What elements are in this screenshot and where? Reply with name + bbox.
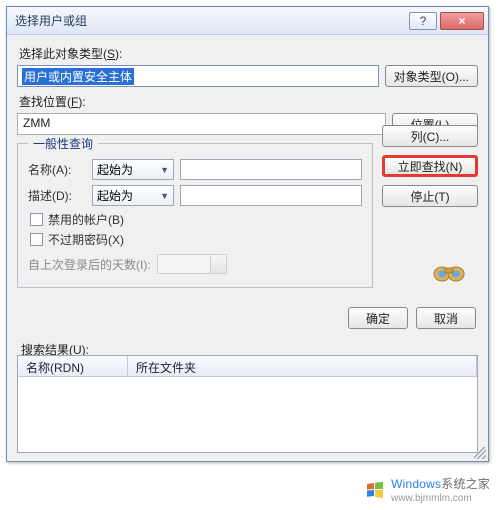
disabled-accounts-checkbox[interactable]: 禁用的帐户(B) [30,211,362,228]
binoculars-icon [432,259,466,285]
days-since-login-label: 自上次登录后的天数(I): [28,256,151,273]
name-label: 名称(A): [28,161,92,178]
no-expire-password-checkbox[interactable]: 不过期密码(X) [30,231,362,248]
select-user-group-dialog: 选择用户或组 ? × 选择此对象类型(S): 用户或内置安全主体 对象类型(O)… [6,6,489,462]
group-legend: 一般性查询 [28,135,98,152]
results-list[interactable]: 名称(RDN) 所在文件夹 [17,355,478,453]
stop-button[interactable]: 停止(T) [382,185,478,207]
cancel-button[interactable]: 取消 [416,307,476,329]
desc-label: 描述(D): [28,187,92,204]
location-field[interactable]: ZMM [17,113,386,135]
checkbox-icon [30,233,43,246]
ok-cancel-row: 确定 取消 [348,307,476,329]
find-now-button[interactable]: 立即查找(N) [382,155,478,177]
name-match-combo[interactable]: 起始为 ▼ [92,159,174,180]
object-type-label: 选择此对象类型(S): [19,45,478,62]
object-types-button[interactable]: 对象类型(O)... [385,65,478,87]
chevron-down-icon: ▼ [160,165,169,175]
resize-grip-icon[interactable] [474,447,486,459]
results-header: 名称(RDN) 所在文件夹 [18,356,477,377]
desc-input[interactable] [180,185,362,206]
object-type-value: 用户或内置安全主体 [22,68,134,85]
location-label: 查找位置(F): [19,93,478,110]
object-type-field[interactable]: 用户或内置安全主体 [17,65,379,87]
help-button[interactable]: ? [409,12,437,30]
titlebar[interactable]: 选择用户或组 ? × [7,7,488,35]
results-col-folder[interactable]: 所在文件夹 [128,356,477,376]
checkbox-icon [30,213,43,226]
watermark: Windows系统之家 www.bjmmlm.com [365,475,490,504]
common-queries-group: 一般性查询 名称(A): 起始为 ▼ 描述(D): 起始为 ▼ 禁用的 [17,143,373,288]
columns-button[interactable]: 列(C)... [382,125,478,147]
name-input[interactable] [180,159,362,180]
windows-logo-icon [365,481,385,499]
results-col-name[interactable]: 名称(RDN) [18,356,128,376]
right-button-column: 列(C)... 立即查找(N) 停止(T) [382,125,478,207]
chevron-down-icon: ▼ [160,191,169,201]
close-button[interactable]: × [440,12,484,30]
ok-button[interactable]: 确定 [348,307,408,329]
days-since-login-spinner [157,254,227,274]
window-title: 选择用户或组 [11,12,406,29]
desc-match-combo[interactable]: 起始为 ▼ [92,185,174,206]
